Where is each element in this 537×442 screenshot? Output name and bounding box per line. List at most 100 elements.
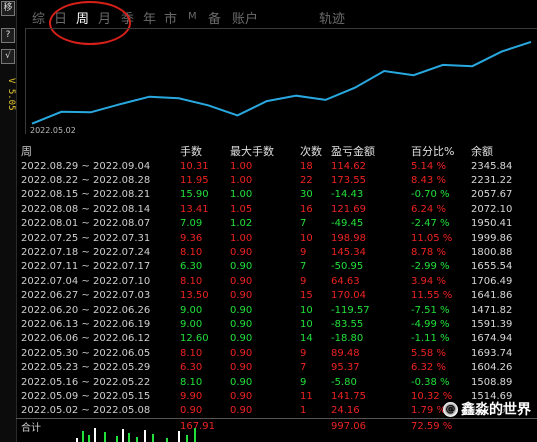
pnl-cell: 145.34: [331, 247, 366, 259]
max-lots-cell: 1.02: [230, 218, 253, 230]
candle-mark: [94, 428, 96, 442]
table-row: 2022.08.15 ~ 2022.08.21 15.90 1.00 30 -14.43…: [16, 188, 537, 202]
pnl-cell: 141.75: [331, 390, 366, 402]
header-balance: 余额: [471, 145, 493, 158]
pnl-cell: 170.04: [331, 290, 366, 302]
max-lots-cell: 1.00: [230, 189, 253, 201]
table-row: 2022.06.20 ~ 2022.06.26 9.00 0.90 10 -119.57…: [16, 303, 537, 317]
header-count: 次数: [300, 145, 322, 158]
pnl-cell: -119.57: [331, 304, 370, 316]
balance-cell: 1693.74: [471, 347, 513, 359]
percent-cell: 11.55 %: [411, 290, 453, 302]
balance-cell: 1508.89: [471, 376, 513, 388]
max-lots-cell: 0.90: [230, 247, 253, 259]
week-cell: 2022.06.20 ~ 2022.06.26: [21, 304, 151, 316]
pnl-cell: 95.37: [331, 362, 360, 374]
chart-start-date: 2022.05.02: [30, 126, 76, 135]
percent-cell: 3.94 %: [411, 275, 446, 287]
left-toolbar: 移 ? √ V 5.05: [0, 0, 17, 442]
tab-market[interactable]: 市: [164, 8, 177, 27]
count-cell: 15: [300, 290, 313, 302]
candle-mark: [88, 435, 90, 442]
week-cell: 2022.08.15 ~ 2022.08.21: [21, 189, 151, 201]
balance-cell: 2345.84: [471, 160, 513, 172]
balance-cell: 1604.26: [471, 362, 513, 374]
percent-cell: 5.58 %: [411, 347, 446, 359]
balance-cell: 1471.82: [471, 304, 513, 316]
header-max-lots: 最大手数: [230, 145, 274, 158]
count-cell: 9: [300, 347, 307, 359]
pnl-cell: 173.55: [331, 175, 366, 187]
lots-cell: 6.30: [180, 362, 203, 374]
pnl-cell: -50.95: [331, 261, 364, 273]
max-lots-cell: 0.90: [230, 261, 253, 273]
week-cell: 2022.05.30 ~ 2022.06.05: [21, 347, 151, 359]
week-cell: 2022.07.25 ~ 2022.07.31: [21, 232, 151, 244]
tab-year[interactable]: 年: [143, 8, 156, 27]
balance-cell: 1655.54: [471, 261, 513, 273]
header-percent: 百分比%: [411, 145, 455, 158]
percent-cell: -0.70 %: [411, 189, 450, 201]
tab-overview[interactable]: 综: [32, 8, 45, 27]
balance-chart-svg: [31, 40, 532, 125]
lots-cell: 10.31: [180, 160, 209, 172]
percent-cell: 11.05 %: [411, 232, 453, 244]
candle-mark: [144, 430, 146, 442]
week-cell: 2022.08.01 ~ 2022.08.07: [21, 218, 151, 230]
count-cell: 7: [300, 261, 307, 273]
balance-cell: 1591.39: [471, 318, 513, 330]
lots-cell: 8.10: [180, 275, 203, 287]
move-button[interactable]: 移: [1, 1, 15, 16]
week-cell: 2022.05.02 ~ 2022.05.08: [21, 405, 151, 417]
candle-mark: [166, 438, 168, 442]
pnl-cell: 114.62: [331, 160, 366, 172]
lots-cell: 11.95: [180, 175, 209, 187]
pnl-cell: 121.69: [331, 203, 366, 215]
table-row: 2022.05.30 ~ 2022.06.05 8.10 0.90 9 89.48 5.5…: [16, 346, 537, 360]
candle-mark: [194, 428, 196, 442]
tab-trajectory[interactable]: 轨迹: [319, 8, 345, 27]
week-cell: 2022.06.06 ~ 2022.06.12: [21, 333, 151, 345]
lots-cell: 9.90: [180, 390, 203, 402]
percent-cell: -0.38 %: [411, 376, 450, 388]
week-cell: 2022.08.22 ~ 2022.08.28: [21, 175, 151, 187]
max-lots-cell: 1.00: [230, 232, 253, 244]
count-cell: 7: [300, 362, 307, 374]
table-row: 2022.08.22 ~ 2022.08.28 11.95 1.00 22 173.55…: [16, 173, 537, 187]
max-lots-cell: 0.90: [230, 275, 253, 287]
week-cell: 2022.07.11 ~ 2022.07.17: [21, 261, 151, 273]
help-button[interactable]: ?: [1, 28, 15, 43]
pnl-cell: -18.80: [331, 333, 364, 345]
lots-cell: 8.10: [180, 376, 203, 388]
check-button[interactable]: √: [1, 49, 15, 64]
max-lots-cell: 0.90: [230, 390, 253, 402]
max-lots-cell: 1.00: [230, 160, 253, 172]
balance-cell: 1706.49: [471, 275, 513, 287]
candle-mark: [186, 435, 188, 442]
count-cell: 16: [300, 203, 313, 215]
lots-cell: 9.00: [180, 318, 203, 330]
week-cell: 2022.05.23 ~ 2022.05.29: [21, 362, 151, 374]
lots-cell: 12.60: [180, 333, 209, 345]
week-cell: 2022.05.09 ~ 2022.05.15: [21, 390, 151, 402]
count-cell: 7: [300, 218, 307, 230]
week-cell: 2022.05.16 ~ 2022.05.22: [21, 376, 151, 388]
week-cell: 2022.06.13 ~ 2022.06.19: [21, 318, 151, 330]
week-cell: 2022.07.04 ~ 2022.07.10: [21, 275, 151, 287]
lots-cell: 9.36: [180, 232, 203, 244]
header-pnl: 盈亏金额: [331, 145, 375, 158]
max-lots-cell: 0.90: [230, 347, 253, 359]
balance-cell: 1999.86: [471, 232, 513, 244]
tab-notes[interactable]: 备: [208, 8, 221, 27]
candle-mark: [152, 434, 154, 442]
percent-cell: 5.14 %: [411, 160, 446, 172]
max-lots-cell: 0.90: [230, 405, 253, 417]
tab-account[interactable]: 账户: [232, 8, 258, 27]
max-lots-cell: 0.90: [230, 318, 253, 330]
lots-cell: 7.09: [180, 218, 203, 230]
tab-m[interactable]: M: [188, 11, 197, 22]
header-lots: 手数: [180, 145, 202, 158]
balance-cell: 1800.88: [471, 247, 513, 259]
candle-mark: [128, 433, 130, 442]
percent-cell: -4.99 %: [411, 318, 450, 330]
